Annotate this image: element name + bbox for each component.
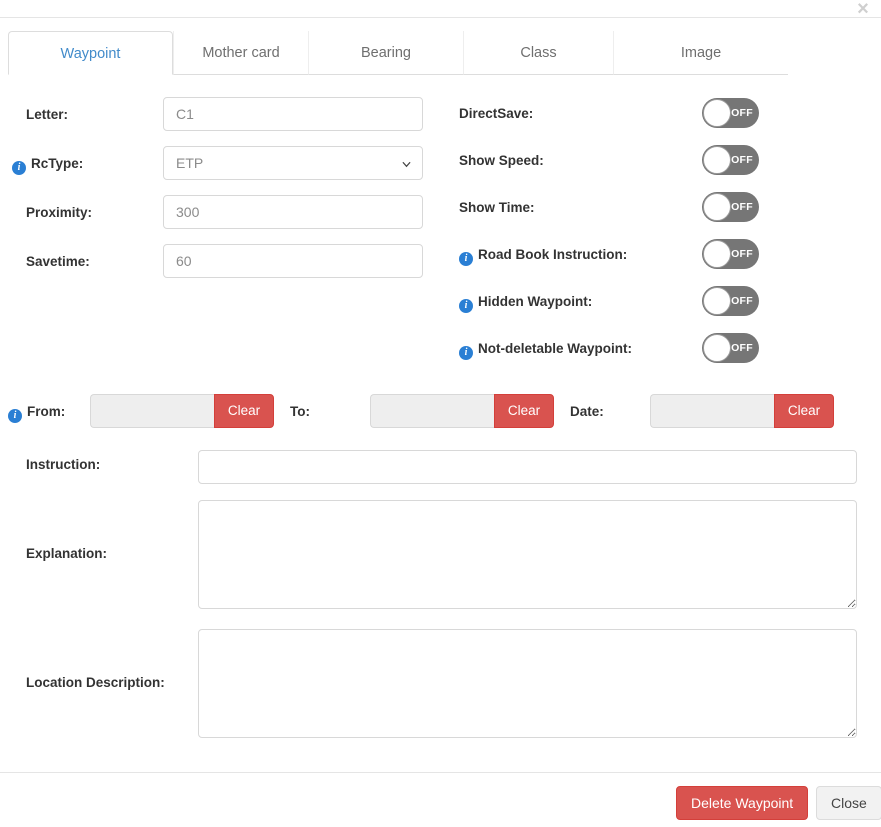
instruction-label: Instruction: <box>26 457 101 472</box>
info-icon[interactable]: i <box>8 409 22 423</box>
toggle-label-not-deletable-waypoint: i Not-deletable Waypoint: <box>459 340 632 360</box>
toggle-knob <box>703 193 731 221</box>
toggle-state-label: OFF <box>731 154 753 166</box>
date-input-group-to: Clear <box>370 394 554 428</box>
explanation-label: Explanation: <box>26 546 108 561</box>
info-icon[interactable]: i <box>459 299 473 313</box>
field-label-text: RcType: <box>31 156 84 171</box>
footer-divider <box>0 772 881 773</box>
field-label-letter: Letter: <box>26 107 69 122</box>
field-label-proximity: Proximity: <box>26 205 93 220</box>
close-icon[interactable]: × <box>852 0 874 20</box>
info-icon[interactable]: i <box>459 346 473 360</box>
toggle-label-text: Road Book Instruction: <box>478 247 628 262</box>
toggle-knob <box>703 146 731 174</box>
tab-image[interactable]: Image <box>613 31 788 75</box>
date-input-to[interactable] <box>370 394 495 428</box>
toggle-label-text: Not-deletable Waypoint: <box>478 341 632 356</box>
toggle-label-directsave: DirectSave: <box>459 106 534 121</box>
field-input-rctype[interactable]: ETP <box>163 146 423 180</box>
toggle-not-deletable-waypoint[interactable]: OFF <box>702 333 759 363</box>
tab-bearing[interactable]: Bearing <box>308 31 463 75</box>
location-description-label: Location Description: <box>26 675 165 690</box>
location-description-textarea[interactable] <box>198 629 857 738</box>
toggle-road-book-instruction[interactable]: OFF <box>702 239 759 269</box>
toggle-show-speed[interactable]: OFF <box>702 145 759 175</box>
toggle-hidden-waypoint[interactable]: OFF <box>702 286 759 316</box>
toggle-knob <box>703 334 731 362</box>
toggle-label-text: Hidden Waypoint: <box>478 294 593 309</box>
date-input-from[interactable] <box>90 394 215 428</box>
waypoint-dialog: × Waypoint Mother card Bearing Class Image L… <box>0 0 881 827</box>
tab-class[interactable]: Class <box>463 31 613 75</box>
date-label-date: Date: <box>570 404 604 419</box>
field-input-savetime[interactable] <box>163 244 423 278</box>
tab-mother-card[interactable]: Mother card <box>173 31 308 75</box>
date-input-date[interactable] <box>650 394 775 428</box>
toggle-label-show-time: Show Time: <box>459 200 535 215</box>
toggle-knob <box>703 99 731 127</box>
clear-button-to[interactable]: Clear <box>494 394 554 428</box>
tab-bar: Waypoint Mother card Bearing Class Image <box>8 31 788 75</box>
field-label-rctype: i RcType: <box>12 155 83 175</box>
field-input-proximity[interactable] <box>163 195 423 229</box>
toggle-label-show-speed: Show Speed: <box>459 153 544 168</box>
toggle-state-label: OFF <box>731 201 753 213</box>
toggle-knob <box>703 240 731 268</box>
toggle-state-label: OFF <box>731 248 753 260</box>
instruction-input[interactable] <box>198 450 857 484</box>
rctype-select-wrapper: ETP <box>163 146 423 180</box>
tab-waypoint[interactable]: Waypoint <box>8 31 173 75</box>
info-icon[interactable]: i <box>12 161 26 175</box>
clear-button-from[interactable]: Clear <box>214 394 274 428</box>
delete-waypoint-button[interactable]: Delete Waypoint <box>676 786 809 820</box>
field-input-letter[interactable] <box>163 97 423 131</box>
clear-button-date[interactable]: Clear <box>774 394 834 428</box>
date-input-group-from: Clear <box>90 394 274 428</box>
info-icon[interactable]: i <box>459 252 473 266</box>
explanation-textarea[interactable] <box>198 500 857 609</box>
date-input-group-date: Clear <box>650 394 834 428</box>
toggle-label-hidden-waypoint: i Hidden Waypoint: <box>459 293 592 313</box>
toggle-state-label: OFF <box>731 107 753 119</box>
toggle-label-road-book-instruction: i Road Book Instruction: <box>459 246 627 266</box>
toggle-knob <box>703 287 731 315</box>
field-label-savetime: Savetime: <box>26 254 90 269</box>
close-button[interactable]: Close <box>816 786 881 820</box>
date-label-to: To: <box>290 404 310 419</box>
toggle-show-time[interactable]: OFF <box>702 192 759 222</box>
date-label-text: From: <box>27 404 66 419</box>
toggle-directsave[interactable]: OFF <box>702 98 759 128</box>
dialog-header: × <box>0 0 881 20</box>
toggle-state-label: OFF <box>731 342 753 354</box>
toggle-state-label: OFF <box>731 295 753 307</box>
date-label-from: i From: <box>8 403 65 423</box>
